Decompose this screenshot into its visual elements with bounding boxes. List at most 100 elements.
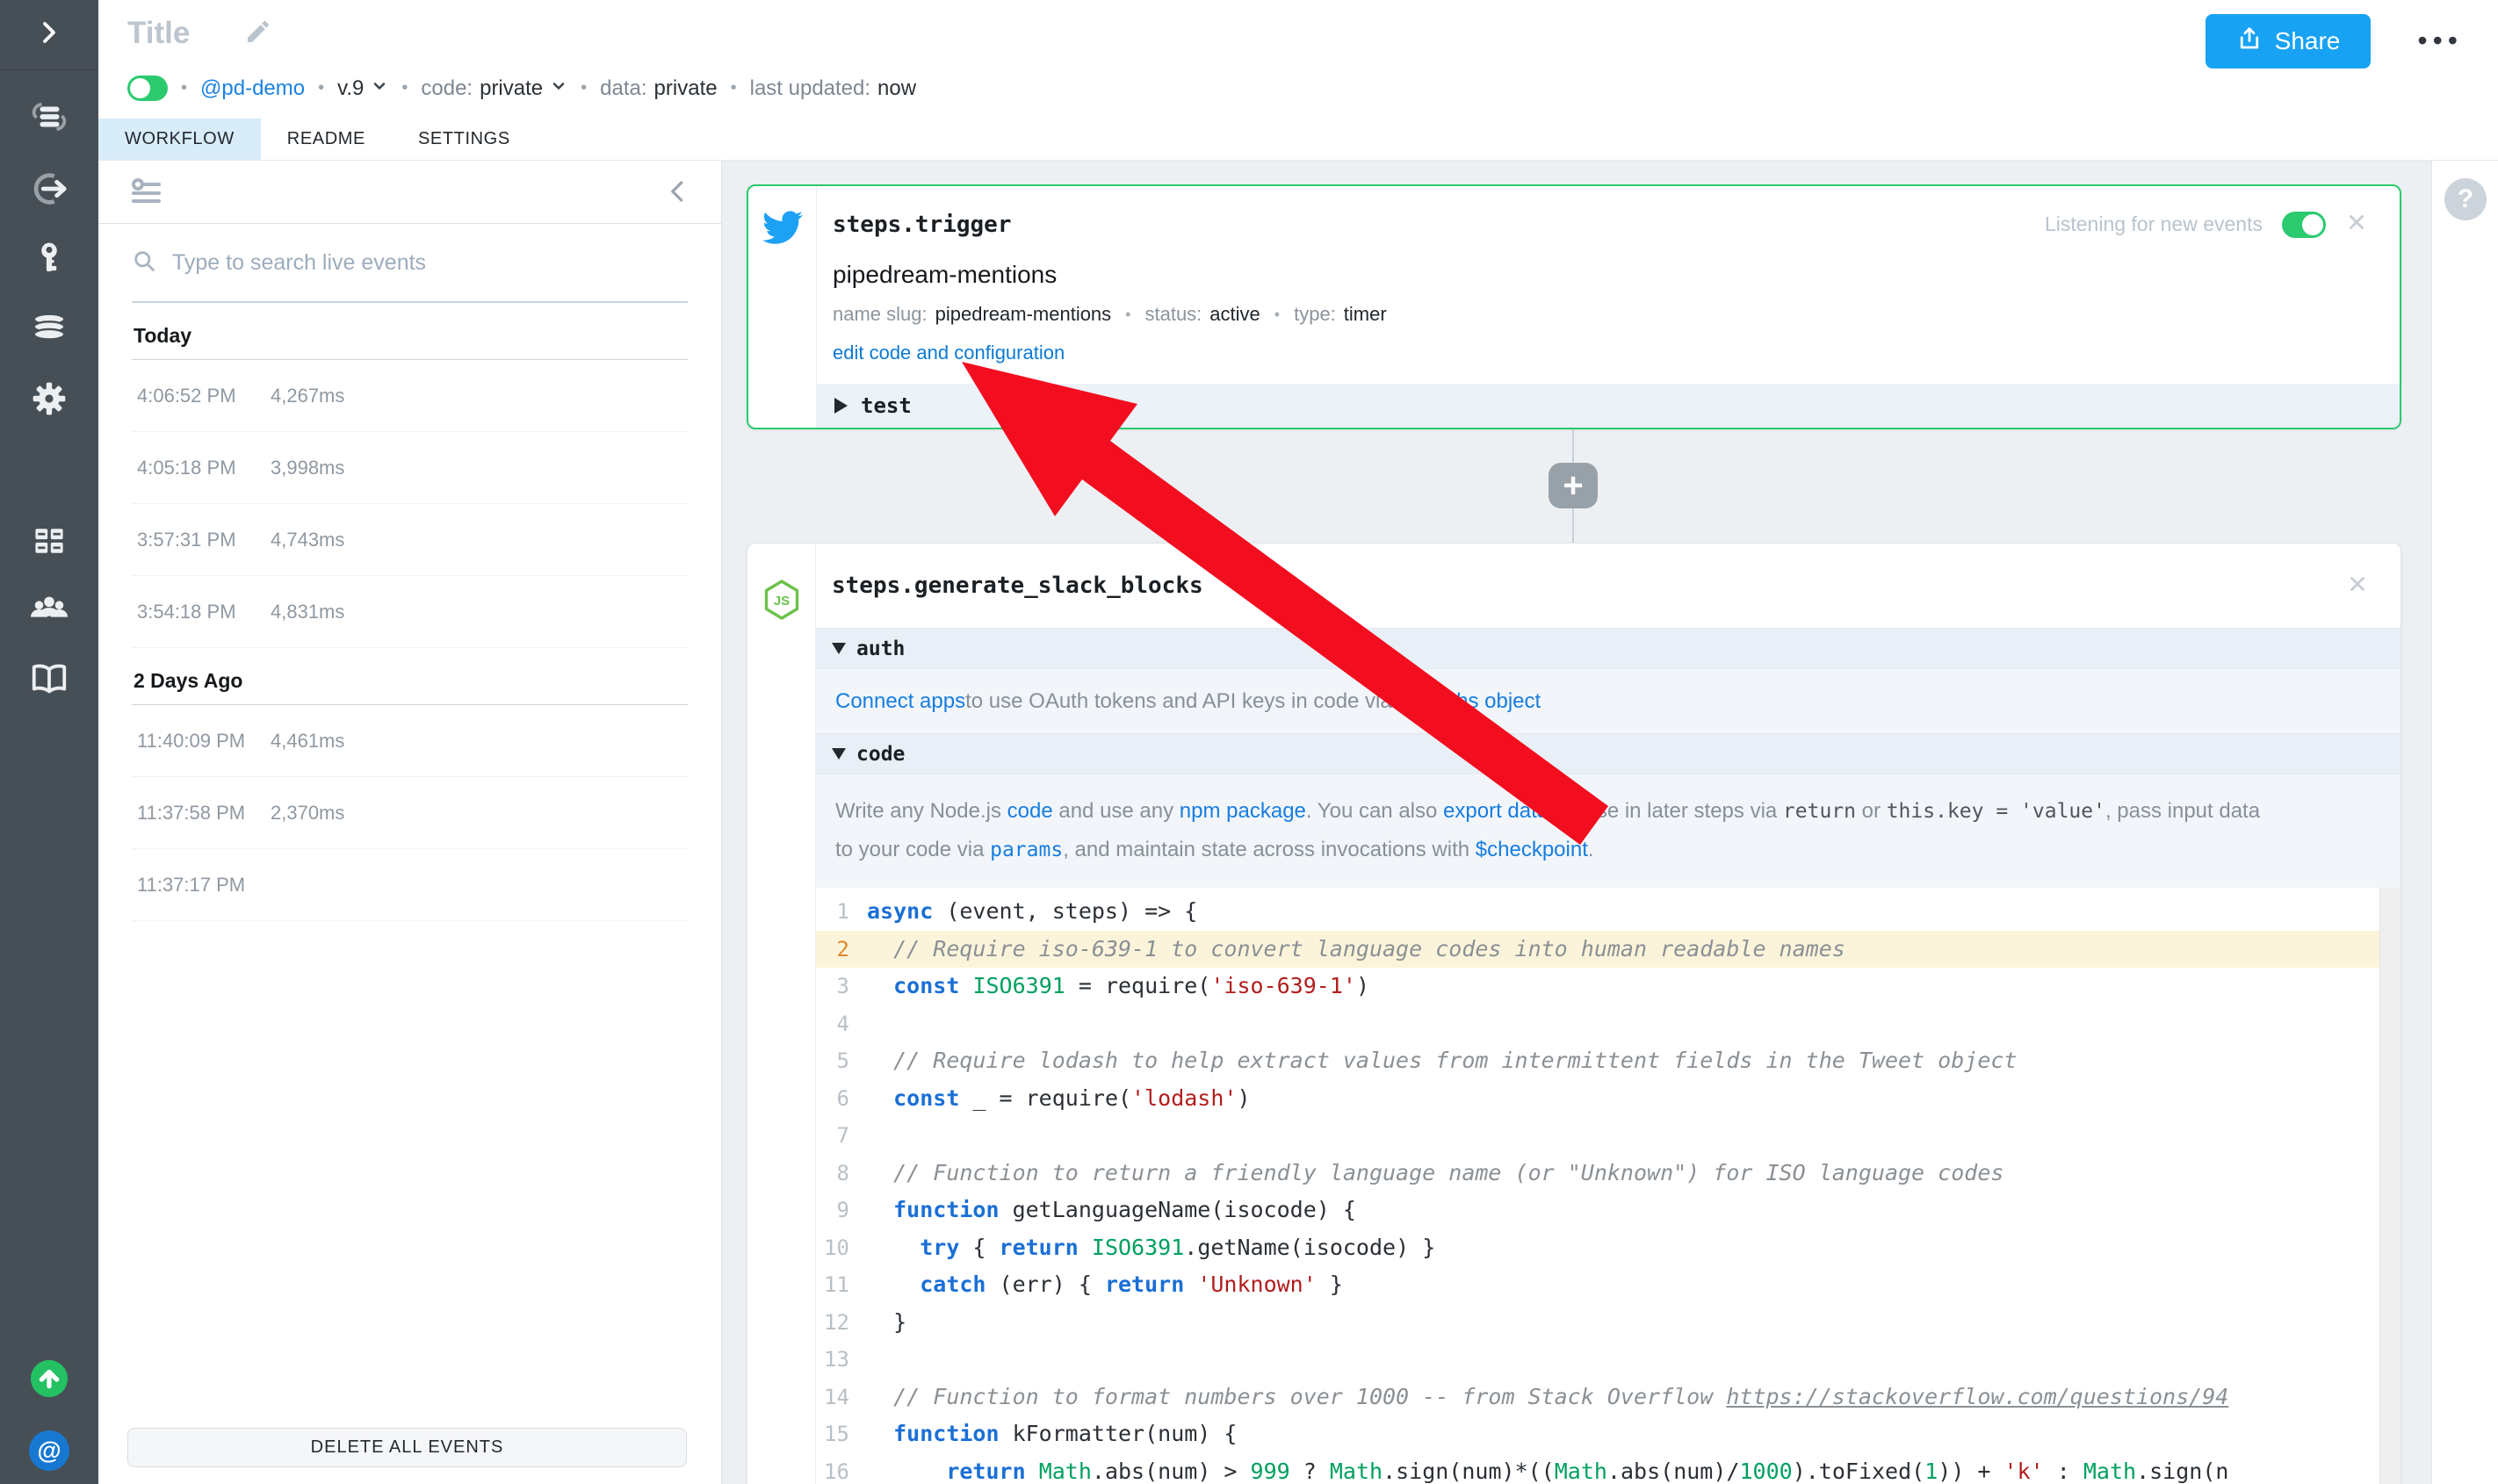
filter-events-button[interactable]: [130, 175, 165, 214]
line-number: 11: [816, 1266, 867, 1304]
inline-link[interactable]: params: [990, 839, 1063, 861]
line-content: function kFormatter(num) {: [867, 1416, 2379, 1453]
line-number: 6: [816, 1080, 867, 1118]
chevron-right-icon: [36, 19, 62, 50]
line-content: [867, 1117, 2379, 1155]
code-line[interactable]: 3 const ISO6391 = require('iso-639-1'): [816, 968, 2379, 1005]
line-number: 10: [816, 1229, 867, 1267]
delete-all-events-button[interactable]: DELETE ALL EVENTS: [127, 1428, 687, 1467]
auth-description: Connect apps to use OAuth tokens and API…: [816, 668, 2401, 733]
code-line[interactable]: 15 function kFormatter(num) {: [816, 1416, 2379, 1453]
close-icon: [2346, 573, 2369, 600]
tab-settings[interactable]: SETTINGS: [392, 119, 537, 160]
edit-title-button[interactable]: [244, 18, 272, 50]
event-row[interactable]: 4:05:18 PM 3,998ms: [132, 432, 688, 504]
code-line[interactable]: 12 }: [816, 1304, 2379, 1342]
sidebar-item-docs[interactable]: [28, 660, 70, 702]
code-line[interactable]: 10 try { return ISO6391.getName(isocode)…: [816, 1229, 2379, 1267]
deploy-toggle[interactable]: [127, 76, 168, 101]
line-number: 8: [816, 1155, 867, 1192]
editor-scrollbar[interactable]: [2379, 888, 2401, 1484]
sidebar-item-upgrade[interactable]: [28, 1359, 70, 1401]
database-icon: [29, 308, 69, 353]
twitter-icon: [762, 207, 803, 428]
code-line[interactable]: 13: [816, 1341, 2379, 1379]
pencil-icon: [244, 18, 272, 50]
book-icon: [29, 659, 69, 704]
trigger-step-name: steps.trigger: [833, 212, 1012, 238]
code-section-label: code: [856, 743, 905, 766]
inline-link[interactable]: npm package: [1180, 799, 1306, 823]
workflow-meta-row: • @pd-demo • v.9 • code: private • data:…: [127, 76, 916, 101]
sidebar-item-sources[interactable]: [28, 169, 70, 212]
event-group-label: Today: [132, 324, 688, 360]
sidebar-item-community[interactable]: [28, 590, 70, 632]
caret-down-icon: [832, 748, 846, 760]
code-line[interactable]: 16 return Math.abs(num) > 999 ? Math.sig…: [816, 1453, 2379, 1484]
tab-workflow[interactable]: WORKFLOW: [98, 119, 261, 160]
sidebar-item-support[interactable]: @: [28, 1430, 70, 1472]
sidebar-item-workflows[interactable]: [28, 97, 70, 140]
code-editor[interactable]: 1async (event, steps) => {2 // Require i…: [816, 888, 2401, 1484]
inline-link[interactable]: auths object: [1427, 689, 1541, 714]
code-line[interactable]: 4: [816, 1005, 2379, 1043]
close-code-step-button[interactable]: [2346, 573, 2369, 600]
code-line[interactable]: 9 function getLanguageName(isocode) {: [816, 1192, 2379, 1229]
code-section-header[interactable]: code: [816, 733, 2401, 774]
event-row[interactable]: 11:37:17 PM: [132, 849, 688, 921]
help-button[interactable]: ?: [2444, 178, 2487, 220]
event-row[interactable]: 4:06:52 PM4,267ms: [132, 360, 688, 432]
event-duration: 3,998ms: [271, 457, 344, 479]
account-link[interactable]: @pd-demo: [200, 76, 305, 101]
code-line[interactable]: 1async (event, steps) => {: [816, 893, 2379, 931]
auth-section-header[interactable]: auth: [816, 628, 2401, 668]
text-segment: this.key = 'value': [1887, 800, 2105, 823]
code-line[interactable]: 7: [816, 1117, 2379, 1155]
event-duration: 2,370ms: [271, 802, 344, 825]
sidebar-item-api-keys[interactable]: [28, 240, 70, 282]
inline-link[interactable]: Connect apps: [835, 689, 965, 714]
text-segment: for use in later steps via: [1549, 799, 1783, 823]
dot-separator: •: [1274, 306, 1280, 324]
code-line[interactable]: 8 // Function to return a friendly langu…: [816, 1155, 2379, 1192]
sidebar-item-sql[interactable]: [28, 309, 70, 351]
add-step-button[interactable]: +: [1549, 463, 1598, 508]
version-dropdown[interactable]: v.9: [337, 76, 388, 101]
share-button[interactable]: Share: [2206, 14, 2371, 68]
code-line[interactable]: 5 // Require lodash to help extract valu…: [816, 1042, 2379, 1080]
inline-link[interactable]: code: [1007, 799, 1053, 823]
trigger-active-toggle[interactable]: [2282, 212, 2326, 238]
line-content: catch (err) { return 'Unknown' }: [867, 1266, 2379, 1304]
collapse-panel-button[interactable]: [665, 178, 691, 209]
code-line[interactable]: 2 // Require iso-639-1 to convert langua…: [816, 931, 2379, 969]
event-row[interactable]: 3:54:18 PM4,831ms: [132, 576, 688, 648]
sidebar-item-apps[interactable]: [28, 522, 70, 564]
line-content: [867, 1341, 2379, 1379]
event-time: 11:37:17 PM: [137, 874, 260, 897]
line-content: const ISO6391 = require('iso-639-1'): [867, 968, 2379, 1005]
code-line[interactable]: 6 const _ = require('lodash'): [816, 1080, 2379, 1118]
search-input[interactable]: [172, 250, 688, 276]
edit-code-configuration-link[interactable]: edit code and configuration: [833, 342, 1065, 364]
apps-grid-icon: [30, 522, 69, 565]
code-line[interactable]: 14 // Function to format numbers over 10…: [816, 1379, 2379, 1416]
expand-sidebar-button[interactable]: [0, 0, 98, 70]
event-time: 4:05:18 PM: [137, 457, 260, 479]
line-content: // Require iso-639-1 to convert language…: [867, 931, 2379, 969]
event-duration: 4,267ms: [271, 385, 344, 407]
test-disclosure[interactable]: test: [817, 384, 2400, 428]
people-icon: [29, 589, 69, 634]
inline-link[interactable]: export data: [1443, 799, 1549, 823]
event-row[interactable]: 11:37:58 PM2,370ms: [132, 777, 688, 849]
close-trigger-step-button[interactable]: [2345, 211, 2368, 238]
sidebar-item-settings[interactable]: [28, 379, 70, 421]
nodejs-icon: JS: [761, 579, 803, 1484]
inline-link[interactable]: $checkpoint: [1476, 838, 1588, 861]
code-line[interactable]: 11 catch (err) { return 'Unknown' }: [816, 1266, 2379, 1304]
line-number: 15: [816, 1416, 867, 1453]
tab-readme[interactable]: README: [261, 119, 392, 160]
event-row[interactable]: 3:57:31 PM4,743ms: [132, 504, 688, 576]
code-visibility-dropdown[interactable]: code: private: [421, 76, 567, 101]
event-row[interactable]: 11:40:09 PM4,461ms: [132, 705, 688, 777]
more-menu-button[interactable]: •••: [2417, 25, 2463, 57]
